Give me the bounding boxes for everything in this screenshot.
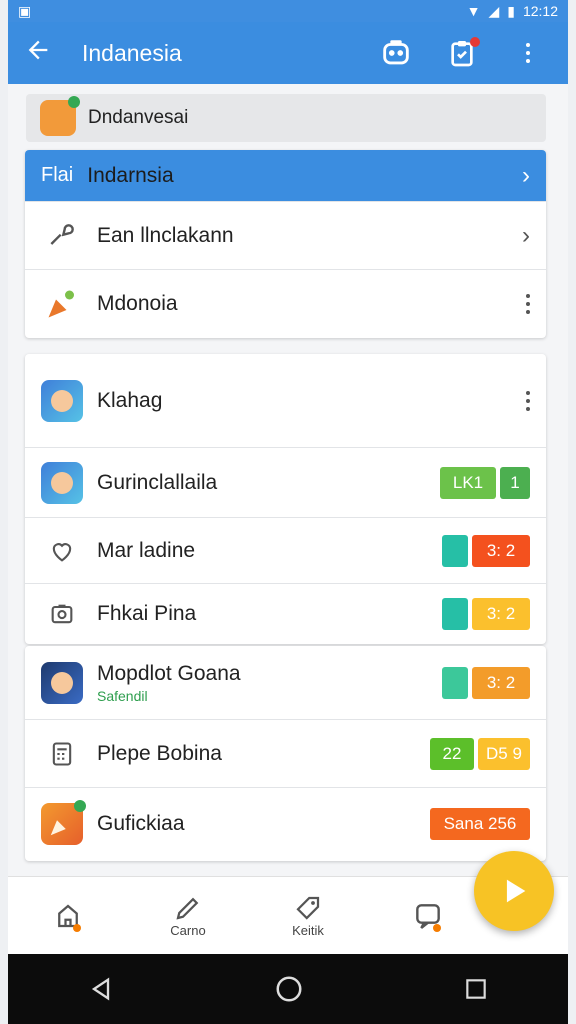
list-item[interactable]: Gufickiaa Sana 256 — [25, 788, 546, 860]
notification-dot — [73, 923, 81, 932]
list-item-label: Mopdlot Goana — [97, 661, 241, 685]
status-time: 12:12 — [522, 3, 558, 19]
back-button[interactable] — [24, 36, 68, 71]
list-item-label: Fhkai Pina — [97, 602, 197, 625]
list-item-text: Mopdlot Goana Safendil — [97, 662, 442, 704]
notification-icon: ▣ — [18, 2, 32, 19]
list-item[interactable]: Gurinclallaila LK1 1 — [25, 448, 546, 518]
status-badge — [442, 666, 468, 699]
calculator-icon — [41, 733, 83, 775]
battery-icon: ▮ — [507, 2, 515, 19]
arrow-left-icon — [28, 40, 48, 59]
app-icon — [41, 661, 83, 704]
list-item[interactable]: Mopdlot Goana Safendil 3: 2 — [25, 646, 546, 720]
notification-dot — [433, 923, 441, 932]
camera-icon — [41, 593, 83, 635]
heart-icon — [41, 530, 83, 572]
tag-icon — [296, 896, 320, 920]
nav-keitik[interactable]: Keitik — [263, 893, 353, 938]
list-item-label: Gufickiaa — [97, 812, 185, 835]
status-bar: ▣ ▼ ◢ ▮ 12:12 — [8, 0, 568, 22]
list-item-label: Gurinclallaila — [97, 470, 218, 494]
menu-item-link[interactable]: Ean llnclakann › — [25, 202, 546, 270]
list-card: Klahag Gurinclallaila LK1 1 Mar ladine 3… — [25, 354, 546, 644]
avatar — [40, 96, 80, 136]
more-vert-icon — [526, 43, 530, 47]
count-badge: 3: 2 — [472, 598, 530, 630]
more-vert-icon[interactable] — [526, 294, 530, 314]
search-input[interactable]: Dndanvesai — [88, 107, 188, 129]
status-badge — [442, 598, 468, 630]
list-item-label: Mar ladine — [97, 538, 196, 562]
nav-home[interactable] — [23, 900, 113, 932]
list-item-sublabel: Safendil — [97, 687, 148, 704]
menu-item-label: Indarnsia — [87, 163, 174, 187]
system-nav-bar — [8, 954, 568, 1024]
pen-icon — [176, 897, 199, 920]
main-content: Dndanvesai Flai Indarnsia › Ean llnclaka… — [8, 84, 568, 954]
count-badge: LK1 — [440, 466, 496, 499]
count-badge: D5 9 — [478, 737, 530, 770]
app-icon — [41, 461, 83, 504]
more-button[interactable] — [504, 33, 552, 73]
home-circle-icon[interactable] — [274, 974, 304, 1004]
list-item[interactable]: Plepe Bobina 22 D5 9 — [25, 720, 546, 788]
menu-item-label: Ean llnclakann — [97, 223, 234, 247]
wifi-icon: ▼ — [466, 3, 481, 19]
list-item[interactable]: Fhkai Pina 3: 2 — [25, 584, 546, 644]
play-button[interactable] — [474, 851, 554, 931]
app-icon — [41, 379, 83, 422]
carrot-app-icon — [41, 800, 86, 845]
robot-icon — [383, 40, 409, 65]
list-item[interactable]: Mar ladine 3: 2 — [25, 518, 546, 584]
chevron-right-icon: › — [522, 161, 530, 189]
nav-label: Keitik — [292, 923, 324, 938]
menu-item-carrot[interactable]: Mdonoia — [25, 270, 546, 338]
signal-icon: ◢ — [488, 2, 500, 19]
count-badge: 3: 2 — [472, 666, 530, 699]
menu-item-selected[interactable]: Flai Indarnsia › — [25, 150, 546, 202]
count-badge: Sana 256 — [430, 808, 530, 840]
menu-item-prefix: Flai — [41, 164, 74, 186]
clipboard-button[interactable] — [438, 33, 486, 73]
carrot-icon — [41, 283, 83, 325]
count-badge: 22 — [430, 737, 474, 770]
list-item-label: Klahag — [97, 388, 163, 412]
status-badge — [442, 534, 468, 567]
count-badge: 3: 2 — [472, 534, 530, 567]
list-item-label: Plepe Bobina — [97, 741, 222, 765]
list-card: Mopdlot Goana Safendil 3: 2 Plepe Bobina… — [25, 646, 546, 861]
menu-card: Flai Indarnsia › Ean llnclakann › Mdonoi… — [25, 150, 546, 338]
list-item[interactable]: Klahag — [25, 354, 546, 448]
search-bar[interactable]: Dndanvesai — [26, 94, 546, 142]
nav-carno[interactable]: Carno — [143, 893, 233, 938]
link-icon — [41, 215, 83, 257]
nav-label: Carno — [170, 923, 206, 938]
back-triangle-icon[interactable] — [87, 975, 115, 1003]
play-icon — [506, 879, 526, 903]
notification-badge — [470, 37, 480, 47]
recents-square-icon[interactable] — [463, 976, 489, 1002]
page-title: Indanesia — [82, 39, 182, 66]
robot-button[interactable] — [372, 33, 420, 73]
count-badge: 1 — [500, 466, 530, 499]
more-vert-icon[interactable] — [526, 390, 530, 411]
menu-item-label: Mdonoia — [97, 292, 178, 315]
app-bar: Indanesia — [8, 22, 568, 84]
nav-chat[interactable] — [383, 900, 473, 932]
chevron-right-icon: › — [522, 221, 530, 249]
